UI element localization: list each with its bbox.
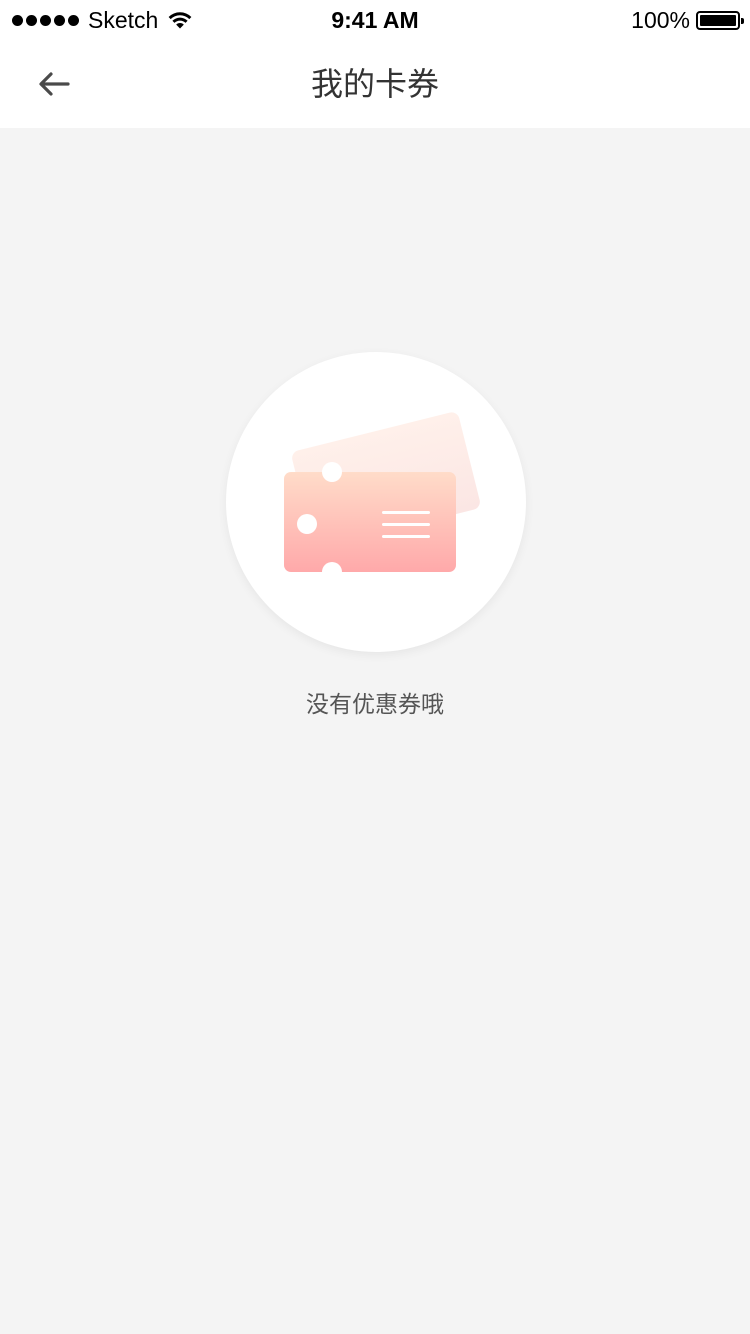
battery-percent: 100% [631,7,690,33]
nav-bar: 我的卡券 [0,40,750,128]
empty-illustration-circle [226,352,526,652]
page-title: 我的卡券 [310,65,439,103]
battery-full-icon [696,10,744,30]
empty-message: 没有优惠券哦 [306,692,444,718]
status-right: 100% [631,6,744,34]
status-bar: Sketch 9:41 AM 100% [0,0,750,40]
coupon-ticket-icon [284,412,480,582]
